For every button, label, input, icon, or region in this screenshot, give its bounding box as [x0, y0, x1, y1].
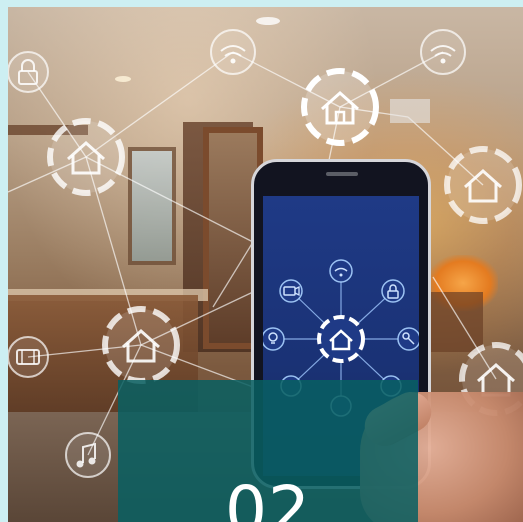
wifi-icon [329, 259, 353, 283]
shelf [8, 125, 88, 135]
phone-speaker [326, 172, 358, 176]
home-icon [317, 315, 365, 363]
camera-icon [279, 279, 303, 303]
overlay-number: 02 [225, 472, 311, 522]
lightbulb-icon [263, 327, 285, 351]
chair [428, 292, 483, 352]
number-overlay-card: 02 [118, 380, 418, 522]
key-icon [397, 327, 419, 351]
window [128, 147, 176, 265]
lock-icon [381, 279, 405, 303]
hero-image: 02 [8, 7, 523, 522]
